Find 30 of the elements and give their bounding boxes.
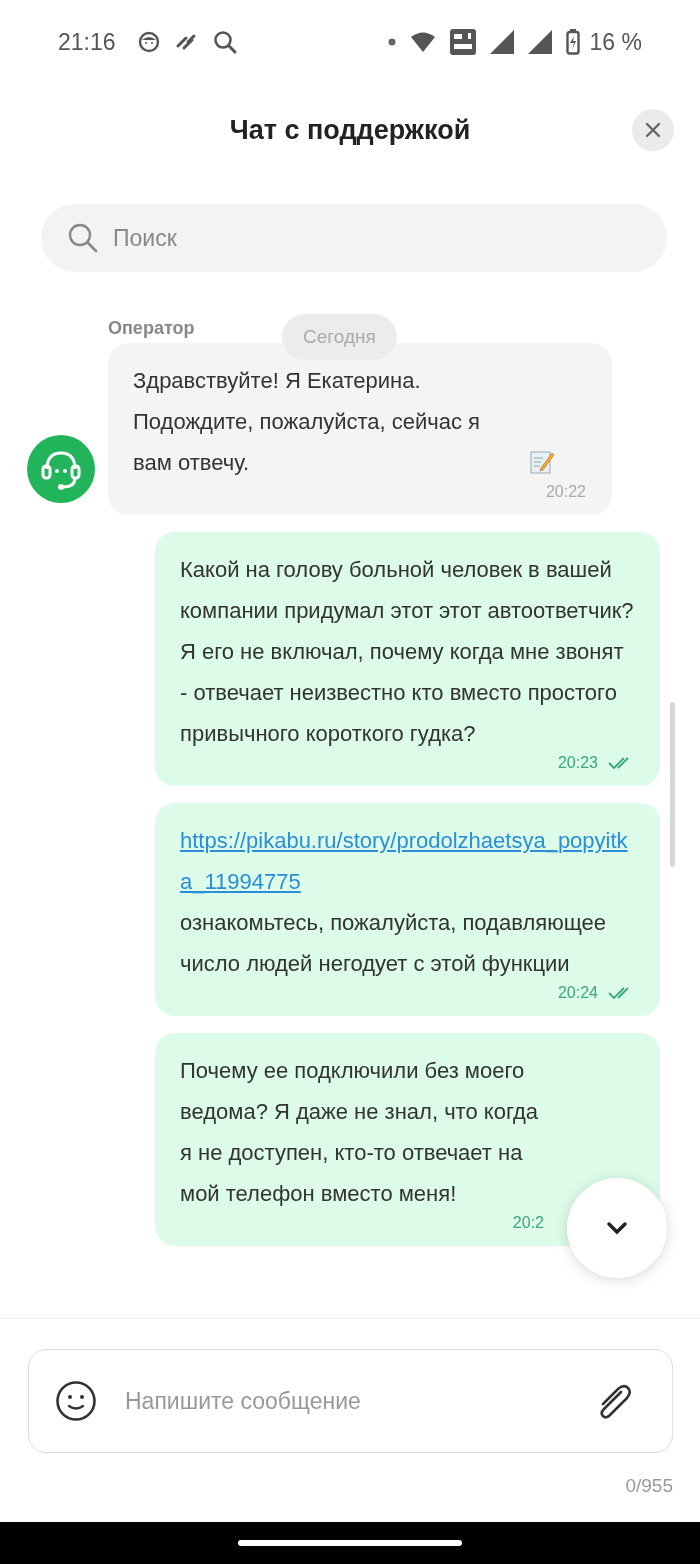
battery-icon bbox=[565, 29, 580, 55]
message-time: 20:22 bbox=[545, 482, 586, 502]
close-icon bbox=[645, 122, 661, 138]
status-time: 21:16 bbox=[58, 28, 116, 56]
signal-icon bbox=[489, 30, 514, 54]
date-chip: Сегодня bbox=[282, 314, 397, 360]
message-field[interactable]: Напишите сообщение bbox=[28, 1349, 673, 1453]
search-icon bbox=[211, 29, 238, 55]
support-avatar-icon bbox=[27, 435, 95, 503]
message-text: Какой на голову больной человек в вашей компании придумал этот этот автоответчик? Я его не включал, почему когда мне звонят - отвечает неизвестно кто вместо простого привычного короткого гудка? bbox=[180, 556, 634, 748]
face-icon bbox=[137, 31, 160, 53]
wifi-icon bbox=[409, 31, 436, 53]
close-button[interactable] bbox=[632, 109, 674, 151]
search-field[interactable]: Поиск bbox=[41, 204, 667, 272]
signal-icon bbox=[527, 30, 552, 54]
dot-icon bbox=[387, 38, 396, 46]
chat-title: Чат с поддержкой bbox=[229, 114, 471, 146]
message-time: 20:2 bbox=[512, 1213, 544, 1233]
search-icon bbox=[67, 222, 99, 254]
message-text: ознакомьтесь, пожалуйста, подавляющее число людей негодует с этой функции bbox=[180, 909, 607, 978]
emoji-icon[interactable] bbox=[55, 1380, 97, 1422]
message-time: 20:23 bbox=[557, 753, 598, 773]
chevron-down-icon bbox=[606, 1221, 628, 1235]
sender-name: Оператор bbox=[108, 318, 195, 339]
message-text: Здравствуйте! Я Екатерина. Подождите, пожалуйста, сейчас я вам отвечу. bbox=[133, 367, 482, 477]
message-link[interactable]: https://pikabu.ru/story/prodolzhaetsya_popyitka_11994775 bbox=[180, 820, 634, 902]
message-text: Почему ее подключили без моего ведома? Я даже не знал, что когда я не доступен, кто-то отвечает на мой телефон вместо меня! bbox=[180, 1057, 539, 1208]
battery-level: 16 % bbox=[589, 28, 642, 56]
character-counter: 0/955 bbox=[625, 1475, 673, 1497]
message-time: 20:24 bbox=[557, 983, 598, 1003]
